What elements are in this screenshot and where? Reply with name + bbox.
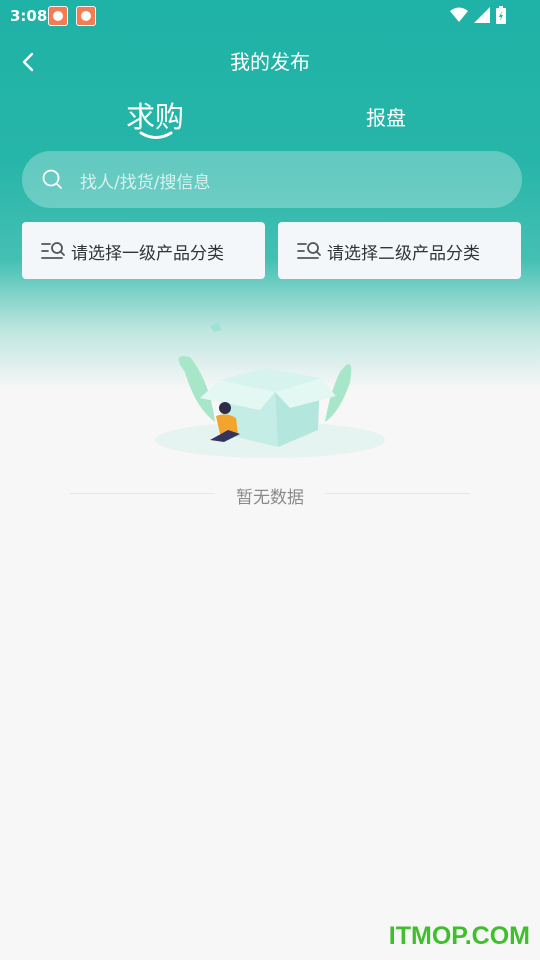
divider xyxy=(325,493,470,494)
filter-search-icon xyxy=(297,242,321,259)
notification-icon xyxy=(76,6,96,26)
signal-icon xyxy=(474,7,490,23)
search-icon xyxy=(42,169,62,189)
filter-search-icon xyxy=(41,242,65,259)
notification-icon xyxy=(48,6,68,26)
wifi-icon xyxy=(450,7,468,22)
category-level2-select[interactable]: 请选择二级产品分类 xyxy=(278,222,521,279)
tab-bar: 求购 报盘 xyxy=(0,92,540,148)
nav-bar: 我的发布 xyxy=(0,38,540,82)
tab-sell[interactable]: 报盘 xyxy=(366,102,406,131)
search-placeholder: 找人/找货/搜信息 xyxy=(80,173,211,193)
status-icons xyxy=(450,6,506,24)
category-level1-label: 请选择一级产品分类 xyxy=(71,244,224,264)
category-level2-label: 请选择二级产品分类 xyxy=(327,244,480,264)
category-level1-select[interactable]: 请选择一级产品分类 xyxy=(22,222,265,279)
watermark: ITMOP.COM xyxy=(388,922,530,950)
active-tab-indicator xyxy=(139,131,173,139)
status-bar: 3:08 xyxy=(0,0,540,32)
status-time: 3:08 xyxy=(10,7,48,25)
empty-box-illustration xyxy=(155,322,385,458)
page-title: 我的发布 xyxy=(230,50,310,74)
search-input[interactable]: 找人/找货/搜信息 xyxy=(22,151,522,208)
battery-icon xyxy=(496,6,506,24)
empty-state-text: 暂无数据 xyxy=(236,488,304,508)
